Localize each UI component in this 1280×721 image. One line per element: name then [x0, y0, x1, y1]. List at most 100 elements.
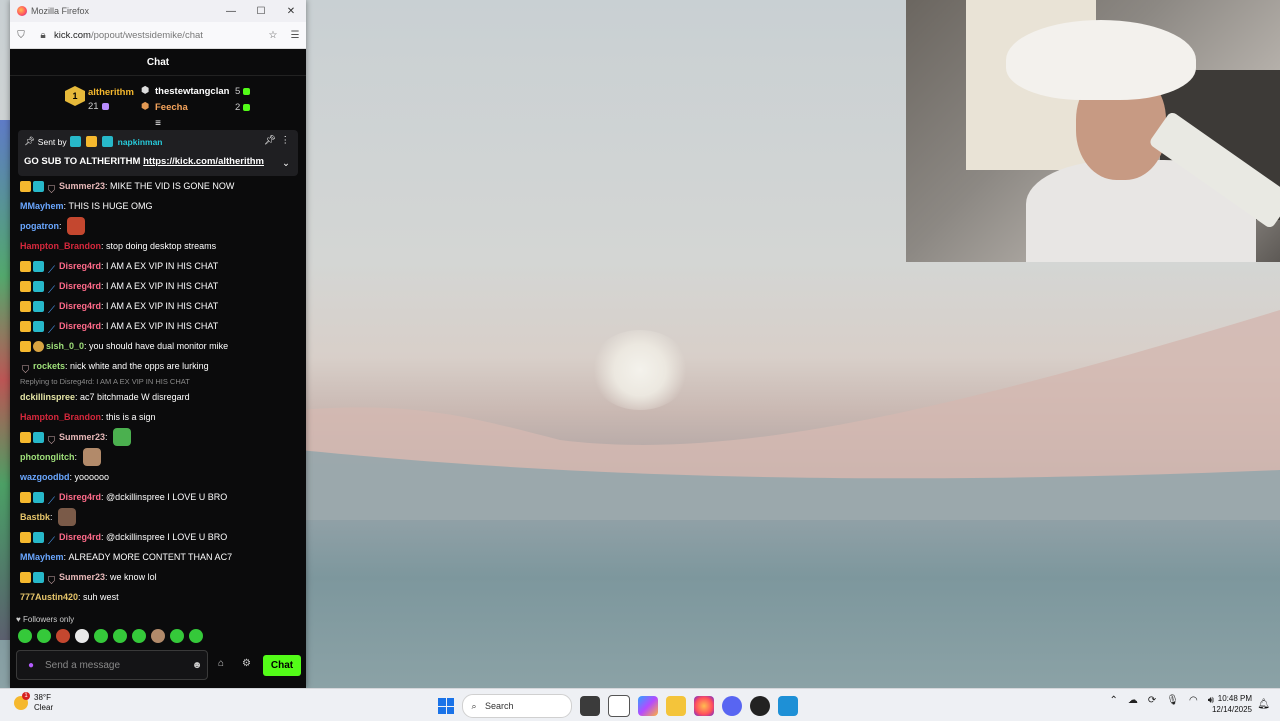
- shield-badge-icon: ⛉: [47, 435, 56, 447]
- task-view-icon[interactable]: [580, 696, 600, 716]
- cloud-icon[interactable]: ☁: [1128, 695, 1138, 706]
- message-input[interactable]: ● Send a message ☻: [16, 650, 208, 680]
- crown-badge-icon: [20, 300, 31, 312]
- chat-username[interactable]: MMayhem: [20, 547, 64, 567]
- chat-username[interactable]: Hampton_Brandon: [20, 236, 101, 256]
- chat-username[interactable]: Disreg4rd: [59, 296, 101, 316]
- shield-badge-icon: ⛉: [21, 364, 30, 376]
- url-bar[interactable]: ⛉ 🔒︎ kick.com/popout/westsidemike/chat ☆…: [10, 22, 306, 49]
- chat-username[interactable]: Disreg4rd: [59, 256, 101, 276]
- chat-message: Hampton_Brandon: this is a sign: [20, 407, 304, 427]
- leader-name-1[interactable]: altherithm: [88, 87, 134, 98]
- close-button[interactable]: ✕: [276, 6, 306, 17]
- message-placeholder[interactable]: Send a message: [45, 660, 187, 671]
- emote-icon[interactable]: [132, 629, 146, 643]
- lock-icon[interactable]: 🔒︎: [32, 30, 54, 41]
- emote-icon[interactable]: [151, 629, 165, 643]
- chat-username[interactable]: pogatron: [20, 216, 59, 236]
- chat-username[interactable]: Summer23: [59, 176, 105, 196]
- leader-name-3[interactable]: Feecha: [155, 102, 188, 113]
- chevron-up-icon[interactable]: ⌃: [1109, 695, 1117, 706]
- chat-username[interactable]: Summer23: [59, 567, 105, 587]
- app-icon[interactable]: [778, 696, 798, 716]
- chat-message: pogatron:: [20, 216, 304, 236]
- microphone-icon[interactable]: ●: [17, 660, 45, 671]
- emote-icon[interactable]: [56, 629, 70, 643]
- title-bar: Mozilla Firefox — ☐ ✕: [10, 0, 306, 22]
- leader-icon-3: ⬢: [141, 101, 150, 112]
- chat-header: Chat: [10, 49, 306, 76]
- menu-icon[interactable]: ☰: [284, 30, 306, 41]
- emote-icon: [113, 428, 132, 446]
- crown-badge-icon: [20, 260, 31, 272]
- chat-username[interactable]: sish_0_0: [46, 336, 84, 356]
- emote-icon[interactable]: [94, 629, 108, 643]
- pinned-sender[interactable]: napkinman: [118, 137, 163, 147]
- window-title: Mozilla Firefox: [31, 6, 90, 16]
- pinned-link[interactable]: https://kick.com/altherithm: [143, 156, 264, 167]
- copilot-icon[interactable]: [638, 696, 658, 716]
- chat-username[interactable]: Hampton_Brandon: [20, 407, 101, 427]
- start-button[interactable]: [438, 698, 454, 714]
- chat-username[interactable]: wazgoodbd: [20, 467, 70, 487]
- temperature: 38°F: [34, 693, 51, 702]
- leader-icon-2: ⬢: [141, 85, 150, 96]
- followers-only-label: ♥ Followers only: [16, 615, 75, 624]
- chat-username[interactable]: Bastbk: [20, 507, 50, 527]
- chat-username[interactable]: Disreg4rd: [59, 487, 101, 507]
- emoji-picker-icon[interactable]: ☻: [187, 660, 207, 671]
- firefox-taskbar-icon[interactable]: [694, 696, 714, 716]
- mic-tray-icon[interactable]: 🎙︎: [1166, 695, 1179, 706]
- more-options-icon[interactable]: ⋮: [281, 135, 291, 146]
- emote-icon: [58, 508, 77, 526]
- emote-icon[interactable]: [170, 629, 184, 643]
- chat-username[interactable]: photonglitch: [20, 447, 74, 467]
- notification-bell-icon[interactable]: 🔔︎: [1257, 699, 1270, 710]
- pinned-message[interactable]: 📌︎ Sent by napkinman 📌︎ ⋮ GO SUB TO ALTH…: [18, 130, 298, 176]
- chat-text: we know lol: [110, 572, 157, 582]
- emote-icon[interactable]: [189, 629, 203, 643]
- chat-username[interactable]: 777Austin420: [20, 587, 78, 607]
- discord-icon[interactable]: [722, 696, 742, 716]
- obs-icon[interactable]: [750, 696, 770, 716]
- gear-icon[interactable]: ⚙: [242, 658, 251, 669]
- bookmark-star-icon[interactable]: ☆: [262, 30, 284, 41]
- weather-widget[interactable]: 1 38°F Clear: [14, 692, 53, 713]
- chevron-down-icon[interactable]: ⌄: [282, 158, 290, 169]
- emote-icon[interactable]: [113, 629, 127, 643]
- emote-icon[interactable]: [75, 629, 89, 643]
- chat-message: MMayhem: ALREADY MORE CONTENT THAN AC7: [20, 547, 304, 567]
- chat-username[interactable]: Disreg4rd: [59, 276, 101, 296]
- chat-username[interactable]: MMayhem: [20, 196, 64, 216]
- notepad-icon[interactable]: [608, 695, 630, 717]
- chat-username[interactable]: rockets: [33, 356, 65, 376]
- gift-leaderboard: 1 altherithm 21 ⬢ thestewtangclan 5 ⬢ Fe…: [10, 76, 306, 124]
- wifi-icon[interactable]: ◠: [1189, 695, 1198, 706]
- send-chat-button[interactable]: Chat: [263, 655, 301, 676]
- quick-emotes[interactable]: [18, 629, 203, 643]
- unpin-icon[interactable]: 📌︎: [264, 135, 276, 146]
- chat-text: yoooooo: [74, 472, 110, 482]
- chat-message: Bastbk:: [20, 507, 304, 527]
- chat-username[interactable]: Disreg4rd: [59, 527, 101, 547]
- store-icon[interactable]: ⌂: [218, 658, 224, 669]
- clock[interactable]: 10:48 PM 12/14/2025: [1212, 693, 1252, 715]
- minimize-button[interactable]: —: [216, 6, 246, 17]
- url-text[interactable]: kick.com/popout/westsidemike/chat: [54, 30, 262, 41]
- emote-icon[interactable]: [37, 629, 51, 643]
- file-explorer-icon[interactable]: [666, 696, 686, 716]
- shield-icon[interactable]: ⛉: [10, 30, 32, 41]
- chat-username[interactable]: Summer23: [59, 427, 105, 447]
- chat-text: @dckillinspree I LOVE U BRO: [106, 492, 228, 502]
- reply-context[interactable]: Replying to Disreg4rd: I AM A EX VIP IN …: [20, 376, 304, 387]
- crown-badge-icon: [20, 320, 31, 332]
- taskbar-search[interactable]: ⌕ Search: [462, 694, 572, 718]
- sync-icon[interactable]: ⟳: [1148, 695, 1156, 706]
- chat-text: stop doing desktop streams: [106, 241, 217, 251]
- chat-username[interactable]: dckillinspree: [20, 387, 75, 407]
- maximize-button[interactable]: ☐: [246, 6, 276, 17]
- emote-icon[interactable]: [18, 629, 32, 643]
- chat-username[interactable]: Disreg4rd: [59, 316, 101, 336]
- chat-message: photonglitch:: [20, 447, 304, 467]
- leader-name-2[interactable]: thestewtangclan: [155, 86, 229, 97]
